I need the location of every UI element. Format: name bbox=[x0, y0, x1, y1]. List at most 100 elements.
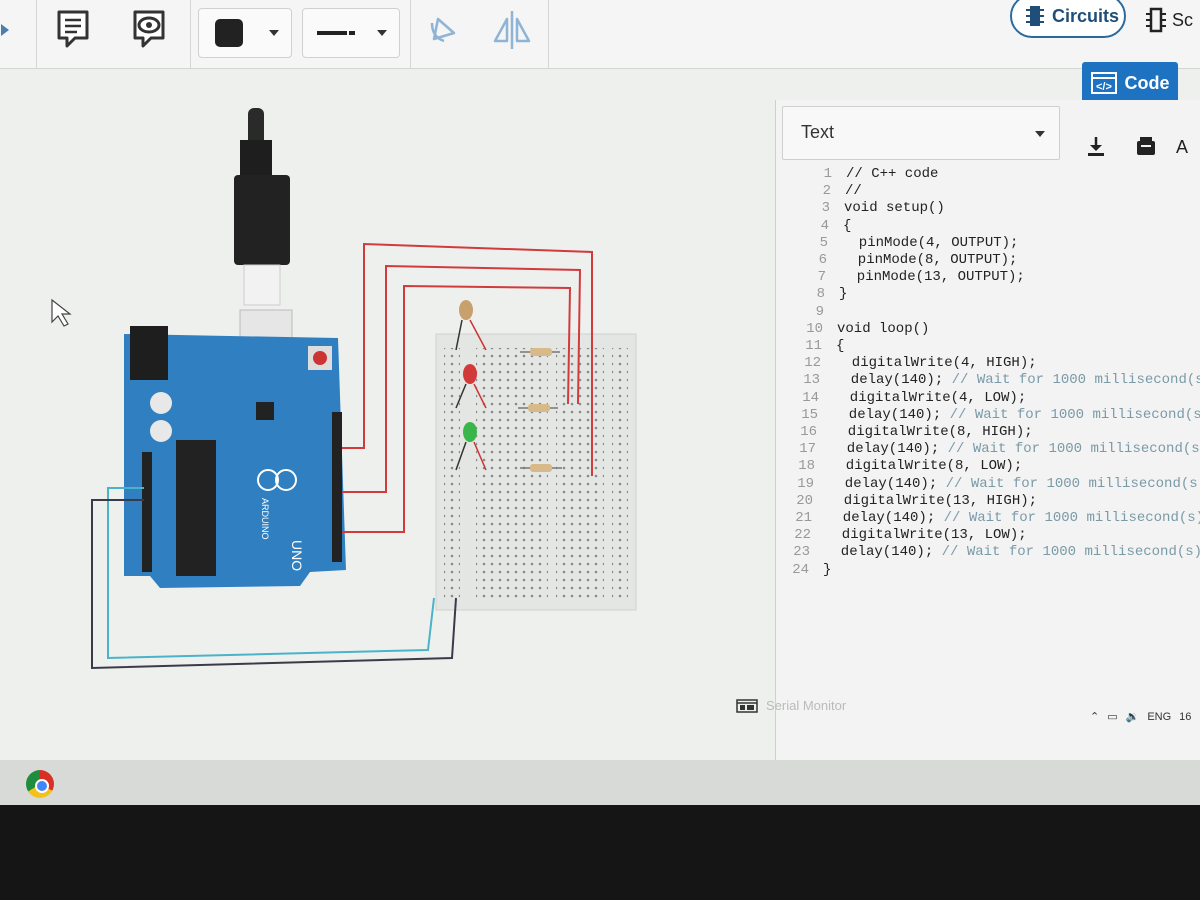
line-number: 2 bbox=[822, 183, 831, 200]
code-comment: // Wait for 1000 millisecond(s) bbox=[947, 441, 1200, 458]
line-number: 13 bbox=[803, 372, 820, 389]
code-text: { bbox=[843, 217, 852, 234]
code-text: void setup() bbox=[844, 200, 945, 217]
code-line[interactable]: 12 digitalWrite(4, HIGH); bbox=[785, 355, 1037, 373]
code-text: } bbox=[839, 286, 848, 303]
volume-icon[interactable]: 🔉 bbox=[1126, 710, 1140, 723]
code-text: digitalWrite(4, HIGH); bbox=[835, 355, 1037, 372]
code-line[interactable]: 21 delay(140); // Wait for 1000 millisec… bbox=[776, 510, 1200, 528]
code-text: digitalWrite(8, LOW); bbox=[829, 458, 1023, 475]
schematic-view-button[interactable]: Sc bbox=[1146, 0, 1200, 40]
clock[interactable]: 16 bbox=[1179, 711, 1191, 723]
code-line[interactable]: 5 pinMode(4, OUTPUT); bbox=[792, 234, 1019, 253]
code-line[interactable]: 3 void setup() bbox=[794, 200, 945, 218]
code-comment: // Wait for 1000 millisecond(s) bbox=[949, 406, 1200, 423]
usb-cable[interactable] bbox=[234, 108, 293, 377]
code-text: pinMode(8, OUTPUT); bbox=[841, 252, 1018, 268]
schematic-label: Sc bbox=[1172, 9, 1194, 30]
line-number: 11 bbox=[805, 338, 822, 354]
chrome-icon[interactable] bbox=[26, 770, 54, 798]
code-text: delay(140); bbox=[824, 544, 942, 561]
code-text: // C++ code bbox=[846, 166, 939, 182]
code-text: digitalWrite(13, LOW); bbox=[825, 527, 1027, 544]
line-number: 15 bbox=[801, 406, 818, 423]
code-text: delay(140); bbox=[826, 510, 944, 526]
line-number: 20 bbox=[796, 492, 813, 509]
line-number: 18 bbox=[798, 458, 815, 475]
line-number: 19 bbox=[797, 475, 814, 492]
upload-to-device-icon[interactable] bbox=[1126, 126, 1166, 166]
code-button-label: Code bbox=[1124, 72, 1170, 93]
chevron-up-icon[interactable]: ⌃ bbox=[1090, 710, 1099, 723]
back-arrow-icon[interactable] bbox=[0, 2, 12, 58]
line-number: 14 bbox=[802, 389, 819, 406]
code-line[interactable]: 17 delay(140); // Wait for 1000 millisec… bbox=[780, 441, 1200, 459]
code-comment: // Wait for 1000 millisecond(s) bbox=[941, 544, 1200, 561]
code-text: { bbox=[836, 338, 845, 354]
tinkercad-window: Circuits Sc </> Code UNO ARDUINO Text A … bbox=[0, 0, 1200, 770]
chip-icon bbox=[1026, 6, 1044, 26]
line-number: 7 bbox=[817, 269, 826, 286]
code-line[interactable]: 7 pinMode(13, OUTPUT); bbox=[790, 269, 1025, 287]
code-line[interactable]: 14 digitalWrite(4, LOW); bbox=[783, 390, 1026, 408]
fill-color-swatch bbox=[215, 19, 243, 47]
notes-icon[interactable] bbox=[48, 2, 98, 58]
code-line[interactable]: 13 delay(140); // Wait for 1000 millisec… bbox=[784, 372, 1200, 390]
code-line[interactable]: 10 void loop() bbox=[787, 321, 929, 339]
code-editor-panel: Text A 1// C++ code 2//3 void setup() 4{5 p… bbox=[775, 100, 1200, 760]
code-line[interactable]: 11 { bbox=[786, 338, 844, 356]
download-icon[interactable] bbox=[1076, 126, 1116, 166]
code-line[interactable]: 15 delay(140); // Wait for 1000 millisec… bbox=[782, 407, 1200, 425]
chevron-down-icon bbox=[377, 30, 387, 36]
code-line[interactable]: 18 digitalWrite(8, LOW); bbox=[779, 458, 1022, 476]
board-model-label: UNO bbox=[289, 540, 305, 571]
flip-icon[interactable] bbox=[482, 2, 542, 58]
code-line[interactable]: 16 digitalWrite(8, HIGH); bbox=[781, 424, 1033, 442]
code-line[interactable]: 9 bbox=[788, 304, 838, 322]
code-text: digitalWrite(4, LOW); bbox=[833, 389, 1027, 406]
code-line[interactable]: 19 delay(140); // Wait for 1000 millisec… bbox=[778, 476, 1200, 494]
circuit-canvas[interactable]: UNO ARDUINO bbox=[0, 70, 775, 760]
serial-monitor-icon bbox=[736, 698, 758, 713]
code-line[interactable]: 1 // C++ code bbox=[796, 166, 939, 184]
code-line[interactable]: 24} bbox=[773, 562, 831, 580]
code-text: delay(140); bbox=[832, 406, 950, 423]
svg-text:A: A bbox=[1176, 137, 1188, 157]
line-number: 17 bbox=[799, 441, 816, 458]
code-text: digitalWrite(8, HIGH); bbox=[831, 424, 1033, 440]
line-number: 9 bbox=[815, 303, 824, 320]
arduino-uno-board[interactable]: UNO ARDUINO bbox=[124, 326, 346, 588]
battery-icon[interactable]: ▭ bbox=[1107, 710, 1117, 723]
editor-mode-select[interactable]: Text bbox=[782, 106, 1060, 160]
code-text: // bbox=[845, 183, 862, 200]
language-indicator[interactable]: ENG bbox=[1147, 711, 1171, 723]
code-line[interactable]: 20 digitalWrite(13, HIGH); bbox=[777, 493, 1037, 511]
rotate-icon[interactable] bbox=[418, 2, 468, 58]
circuits-label: Circuits bbox=[1052, 5, 1120, 26]
serial-monitor-label: Serial Monitor bbox=[766, 698, 847, 713]
line-number: 5 bbox=[819, 234, 828, 251]
line-number: 24 bbox=[792, 561, 809, 578]
editor-mode-value: Text bbox=[801, 122, 835, 142]
fill-color-dropdown[interactable] bbox=[198, 8, 292, 58]
code-line[interactable]: 2 // bbox=[795, 183, 862, 201]
code-line[interactable]: 23 delay(140); // Wait for 1000 millisec… bbox=[774, 544, 1200, 562]
code-comment: // Wait for 1000 millisecond(s) bbox=[945, 475, 1200, 492]
circuits-button[interactable]: Circuits bbox=[1010, 0, 1126, 38]
line-number: 4 bbox=[820, 217, 829, 234]
line-number: 6 bbox=[818, 252, 827, 268]
serial-monitor-toggle[interactable]: Serial Monitor bbox=[736, 698, 846, 713]
code-line[interactable]: 22 digitalWrite(13, LOW); bbox=[775, 527, 1027, 545]
line-number: 21 bbox=[795, 510, 812, 526]
font-size-icon[interactable]: A bbox=[1174, 126, 1198, 166]
notes-visibility-icon[interactable] bbox=[124, 2, 174, 58]
code-line[interactable]: 6 pinMode(8, OUTPUT); bbox=[791, 252, 1018, 270]
schematic-chip-icon bbox=[1146, 7, 1166, 33]
wire-style-dropdown[interactable] bbox=[302, 8, 400, 58]
code-line[interactable]: 4{ bbox=[793, 217, 852, 236]
code-button[interactable]: </> Code bbox=[1082, 62, 1178, 104]
code-text: digitalWrite(13, HIGH); bbox=[827, 492, 1038, 509]
line-number: 10 bbox=[806, 320, 823, 337]
code-line[interactable]: 8} bbox=[789, 286, 848, 304]
code-text: void loop() bbox=[837, 320, 930, 337]
